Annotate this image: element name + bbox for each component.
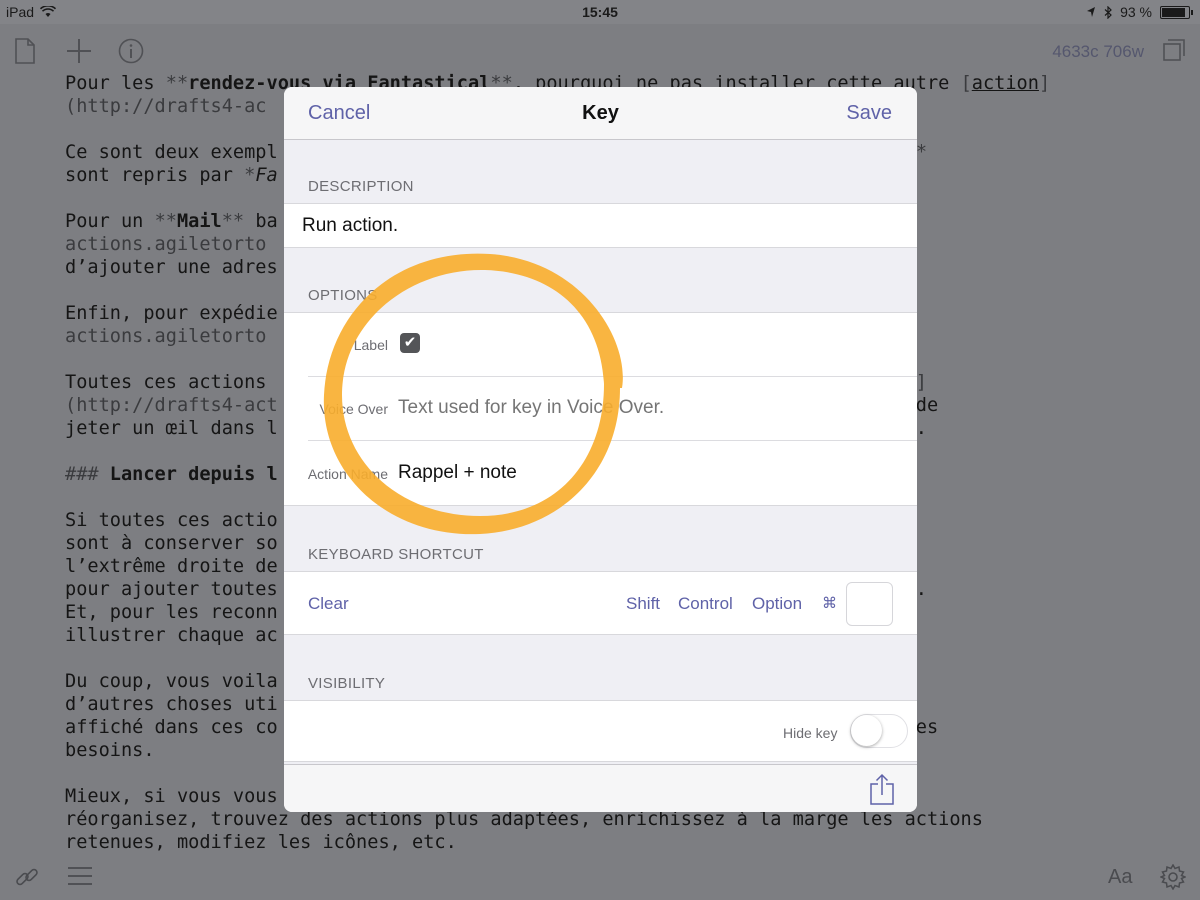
command-modifier-button[interactable]: ⌘ xyxy=(822,594,837,612)
description-text[interactable]: Run action. xyxy=(302,215,398,237)
control-modifier-button[interactable]: Control xyxy=(678,594,733,614)
save-button[interactable]: Save xyxy=(846,102,892,125)
modal-header: Cancel Key Save xyxy=(284,87,917,140)
editor-text-segment: Pour les xyxy=(65,73,166,94)
editor-text-segment: actions.agiletorto xyxy=(65,326,267,347)
editor-text-segment: Ce sont deux exempl xyxy=(65,142,278,163)
editor-text-segment: sont à conserver so xyxy=(65,533,278,554)
highlight-circle-annotation xyxy=(323,253,623,535)
editor-text-segment: Lancer depuis l xyxy=(109,464,278,485)
editor-text-segment: ] xyxy=(915,372,927,393)
editor-text-segment: retenues, modifiez les icônes, etc. xyxy=(65,832,457,853)
location-icon xyxy=(1087,7,1096,17)
hide-key-label: Hide key xyxy=(783,725,838,741)
character-word-count[interactable]: 4633c 706w xyxy=(1052,42,1144,62)
toggle-knob xyxy=(851,715,882,746)
editor-text-segment: Toutes ces actions xyxy=(65,372,278,393)
shift-modifier-button[interactable]: Shift xyxy=(626,594,660,614)
editor-text-segment: [ xyxy=(960,73,972,94)
editor-text-segment: ** xyxy=(154,211,177,232)
editor-text-segment: ### xyxy=(65,464,110,485)
editor-text-segment: * xyxy=(244,165,256,186)
link-icon[interactable] xyxy=(14,864,40,890)
editor-text-segment: Pour un xyxy=(65,211,155,232)
editor-text-segment: Si toutes ces actio xyxy=(65,510,278,531)
share-icon[interactable] xyxy=(869,773,895,805)
add-icon[interactable] xyxy=(66,38,92,64)
drafts-list-icon[interactable] xyxy=(1162,38,1186,62)
description-field[interactable]: Run action. xyxy=(284,203,917,248)
editor-text-segment: ** xyxy=(165,73,189,94)
editor-text-segment: (http://drafts4-act xyxy=(65,395,278,416)
editor-text-segment: sont repris par xyxy=(65,165,245,186)
editor-line: retenues, modifiez les icônes, etc. xyxy=(65,831,1155,854)
editor-text-segment: réorganisez, trouvez des actions plus ad… xyxy=(65,809,983,830)
editor-toolbar: 4633c 706w xyxy=(0,24,1200,76)
editor-text-segment: illustrer chaque ac xyxy=(65,625,278,646)
bluetooth-icon xyxy=(1104,5,1112,19)
editor-text-segment: action xyxy=(971,73,1039,94)
editor-text-segment: (http://drafts4-ac xyxy=(65,96,267,117)
editor-text-segment: ** xyxy=(221,211,245,232)
hide-key-toggle[interactable] xyxy=(850,714,908,748)
keyboard-shortcut-section-label: KEYBOARD SHORTCUT xyxy=(308,546,484,563)
editor-text-segment: ] xyxy=(1038,73,1051,94)
editor-text-segment: d’autres choses uti xyxy=(65,694,278,715)
status-time: 15:45 xyxy=(582,4,618,20)
editor-text-segment: actions.agiletorto xyxy=(65,234,267,255)
visibility-row: Hide key xyxy=(284,700,917,762)
editor-text-segment: ba xyxy=(244,211,278,232)
editor-text-segment: d’ajouter une adres xyxy=(65,257,278,278)
editor-text-segment: Mail xyxy=(176,211,222,232)
shortcut-key-field[interactable] xyxy=(846,582,893,626)
clear-shortcut-button[interactable]: Clear xyxy=(308,594,349,614)
editor-text-segment: affiché dans ces co xyxy=(65,717,278,738)
editor-text-segment: * xyxy=(915,142,928,163)
editor-bottom-bar: Aa xyxy=(0,852,1200,900)
battery-percent: 93 % xyxy=(1120,4,1152,20)
editor-text-segment: l’extrême droite de xyxy=(65,556,278,577)
editor-text-segment: besoins. xyxy=(65,740,155,761)
editor-text-segment: Du coup, vous voila xyxy=(65,671,278,692)
visibility-section-label: VISIBILITY xyxy=(308,675,386,692)
keyboard-shortcut-row: Clear Shift Control Option ⌘ xyxy=(284,571,917,635)
status-bar: iPad 15:45 93 % xyxy=(0,0,1200,24)
status-right: 93 % xyxy=(1086,4,1193,20)
editor-text-segment: Fa xyxy=(255,165,278,186)
menu-icon[interactable] xyxy=(68,866,92,886)
modal-footer xyxy=(284,764,917,812)
option-modifier-button[interactable]: Option xyxy=(752,594,802,614)
gear-icon[interactable] xyxy=(1160,864,1186,890)
font-settings-button[interactable]: Aa xyxy=(1108,866,1132,889)
editor-text-segment: pour ajouter toutes xyxy=(65,579,278,600)
info-icon[interactable] xyxy=(118,38,144,64)
editor-text-segment: Et, pour les reconn xyxy=(65,602,278,623)
new-document-icon[interactable] xyxy=(14,38,36,64)
editor-text-segment: Mieux, si vous vous xyxy=(65,786,278,807)
editor-text-segment: jeter un œil dans l xyxy=(65,418,278,439)
modal-title: Key xyxy=(582,102,619,124)
editor-text-segment: Enfin, pour expédie xyxy=(65,303,278,324)
battery-icon xyxy=(1160,5,1193,19)
description-section-label: DESCRIPTION xyxy=(308,178,414,195)
